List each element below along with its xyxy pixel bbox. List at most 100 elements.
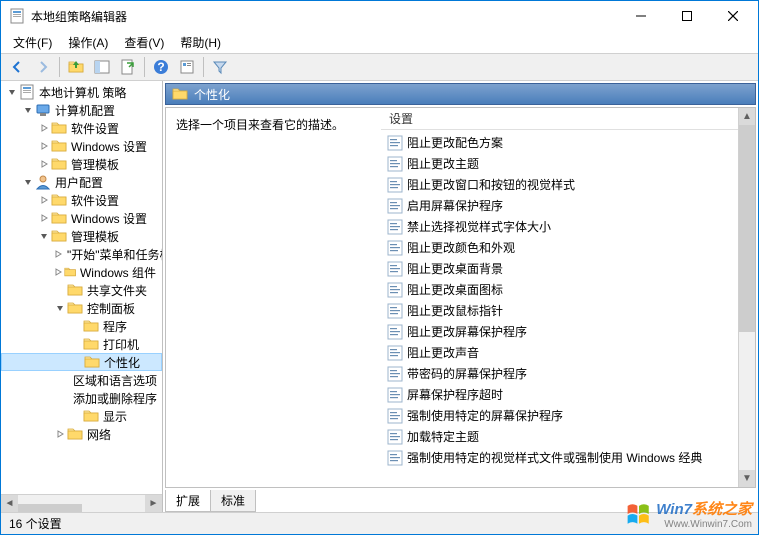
scroll-down-icon[interactable]: ▼: [739, 470, 755, 487]
help-button[interactable]: ?: [149, 55, 173, 79]
tree-item-label: 添加或删除程序: [71, 390, 159, 407]
tree-item-label: Windows 设置: [69, 210, 149, 227]
list-item[interactable]: 阻止更改屏幕保护程序: [381, 321, 738, 342]
tree-item[interactable]: 本地计算机 策略: [1, 83, 162, 101]
status-text: 16 个设置: [9, 515, 62, 532]
tree-item[interactable]: 用户配置: [1, 173, 162, 191]
tree-item-label: 共享文件夹: [85, 282, 149, 299]
policy-setting-icon: [387, 450, 403, 466]
list-item-label: 禁止选择视觉样式字体大小: [407, 218, 551, 235]
nav-tree[interactable]: 本地计算机 策略计算机配置软件设置Windows 设置管理模板用户配置软件设置W…: [1, 81, 162, 494]
expand-icon[interactable]: [37, 157, 51, 171]
expand-icon[interactable]: [37, 193, 51, 207]
tree-item[interactable]: Windows 组件: [1, 263, 162, 281]
collapse-icon[interactable]: [21, 175, 35, 189]
collapse-icon[interactable]: [5, 85, 19, 99]
menu-view[interactable]: 查看(V): [118, 32, 170, 53]
tree-item[interactable]: 计算机配置: [1, 101, 162, 119]
list-item[interactable]: 加载特定主题: [381, 426, 738, 447]
folder-icon: [172, 86, 188, 102]
scroll-left-icon[interactable]: ◄: [1, 495, 18, 512]
tree-item[interactable]: 显示: [1, 407, 162, 425]
tree-item[interactable]: 程序: [1, 317, 162, 335]
collapse-icon[interactable]: [53, 301, 67, 315]
expand-icon[interactable]: [37, 139, 51, 153]
expand-icon[interactable]: [53, 427, 67, 441]
forward-button[interactable]: [31, 55, 55, 79]
tree-item[interactable]: 控制面板: [1, 299, 162, 317]
tree-item-label: Windows 设置: [69, 138, 149, 155]
policy-setting-icon: [387, 429, 403, 445]
tree-item[interactable]: 打印机: [1, 335, 162, 353]
policy-setting-icon: [387, 135, 403, 151]
expand-icon[interactable]: [53, 265, 64, 279]
maximize-button[interactable]: [664, 1, 710, 31]
description-text: 选择一个项目来查看它的描述。: [176, 116, 371, 133]
collapse-icon[interactable]: [21, 103, 35, 117]
spacer: [70, 355, 84, 369]
collapse-icon[interactable]: [37, 229, 51, 243]
tree-item[interactable]: 个性化: [1, 353, 162, 371]
expand-icon[interactable]: [53, 247, 63, 261]
tab-standard[interactable]: 标准: [210, 490, 256, 512]
menu-help[interactable]: 帮助(H): [174, 32, 227, 53]
tree-item[interactable]: 网络: [1, 425, 162, 443]
minimize-button[interactable]: [618, 1, 664, 31]
close-button[interactable]: [710, 1, 756, 31]
list-item[interactable]: 阻止更改桌面图标: [381, 279, 738, 300]
tab-extended[interactable]: 扩展: [165, 490, 211, 512]
policy-setting-icon: [387, 177, 403, 193]
list-item[interactable]: 禁止选择视觉样式字体大小: [381, 216, 738, 237]
list-item-label: 阻止更改桌面图标: [407, 281, 503, 298]
tree-item[interactable]: 添加或删除程序: [1, 389, 162, 407]
expand-icon[interactable]: [37, 121, 51, 135]
tree-item[interactable]: "开始"菜单和任务栏: [1, 245, 162, 263]
list-item[interactable]: 阻止更改鼠标指针: [381, 300, 738, 321]
list-item[interactable]: 阻止更改声音: [381, 342, 738, 363]
policy-setting-icon: [387, 156, 403, 172]
tree-item[interactable]: 共享文件夹: [1, 281, 162, 299]
tree-item-label: 软件设置: [69, 120, 121, 137]
tree-horizontal-scrollbar[interactable]: ◄ ►: [1, 494, 162, 512]
scroll-up-icon[interactable]: ▲: [739, 108, 755, 125]
list-item[interactable]: 阻止更改桌面背景: [381, 258, 738, 279]
tree-item-label: 打印机: [101, 336, 141, 353]
tree-item[interactable]: Windows 设置: [1, 209, 162, 227]
folder-icon: [51, 120, 67, 136]
list-item[interactable]: 阻止更改窗口和按钮的视觉样式: [381, 174, 738, 195]
column-header-settings[interactable]: 设置: [381, 108, 738, 130]
policy-setting-icon: [387, 408, 403, 424]
tree-item[interactable]: 区域和语言选项: [1, 371, 162, 389]
content-title: 个性化: [194, 86, 230, 103]
properties-button[interactable]: [175, 55, 199, 79]
list-item[interactable]: 启用屏幕保护程序: [381, 195, 738, 216]
show-hide-tree-button[interactable]: [90, 55, 114, 79]
settings-list-pane: 设置 阻止更改配色方案阻止更改主题阻止更改窗口和按钮的视觉样式启用屏幕保护程序禁…: [381, 108, 738, 487]
list-item[interactable]: 阻止更改配色方案: [381, 132, 738, 153]
tree-item[interactable]: 管理模板: [1, 155, 162, 173]
filter-button[interactable]: [208, 55, 232, 79]
tree-item[interactable]: 管理模板: [1, 227, 162, 245]
tree-item[interactable]: Windows 设置: [1, 137, 162, 155]
list-item[interactable]: 阻止更改颜色和外观: [381, 237, 738, 258]
list-item[interactable]: 带密码的屏幕保护程序: [381, 363, 738, 384]
list-item[interactable]: 屏幕保护程序超时: [381, 384, 738, 405]
list-item[interactable]: 阻止更改主题: [381, 153, 738, 174]
expand-icon[interactable]: [37, 211, 51, 225]
list-item-label: 加载特定主题: [407, 428, 479, 445]
tree-item[interactable]: 软件设置: [1, 191, 162, 209]
spacer: [53, 283, 67, 297]
list-vertical-scrollbar[interactable]: ▲ ▼: [738, 108, 755, 487]
list-item[interactable]: 强制使用特定的视觉样式文件或强制使用 Windows 经典: [381, 447, 738, 468]
tree-item[interactable]: 软件设置: [1, 119, 162, 137]
policy-setting-icon: [387, 303, 403, 319]
menubar: 文件(F) 操作(A) 查看(V) 帮助(H): [1, 31, 758, 53]
menu-action[interactable]: 操作(A): [62, 32, 114, 53]
up-button[interactable]: [64, 55, 88, 79]
menu-file[interactable]: 文件(F): [7, 32, 58, 53]
back-button[interactable]: [5, 55, 29, 79]
export-button[interactable]: [116, 55, 140, 79]
scroll-right-icon[interactable]: ►: [145, 495, 162, 512]
tree-item-label: 个性化: [102, 354, 142, 371]
list-item[interactable]: 强制使用特定的屏幕保护程序: [381, 405, 738, 426]
